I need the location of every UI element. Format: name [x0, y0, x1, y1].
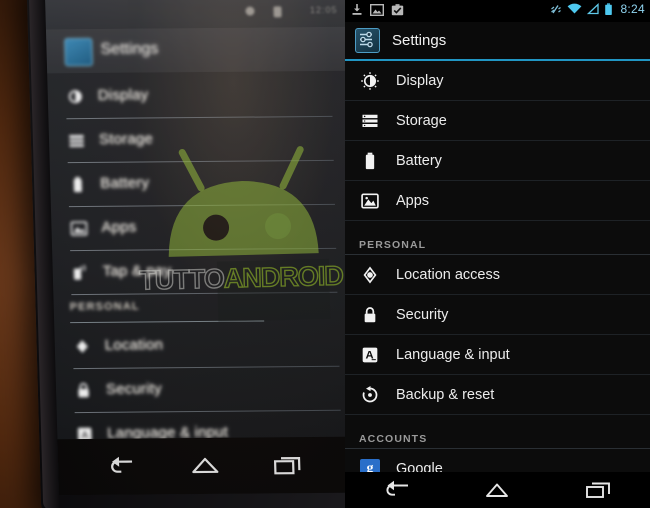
home-icon[interactable] [480, 479, 514, 501]
storage-list-icon [359, 110, 381, 132]
notification-icons [351, 3, 404, 16]
storage-list-icon [69, 135, 84, 147]
watermark-text-tutto: TUTTO [138, 263, 225, 296]
photo-actionbar: Settings [45, 26, 345, 74]
backup-reset-icon [78, 471, 94, 486]
nfc-tap-icon [73, 264, 86, 280]
svg-text:A: A [81, 430, 88, 441]
settings-sliders-icon [355, 28, 380, 53]
download-icon [352, 4, 362, 15]
battery-icon [359, 150, 381, 172]
photo-item-label: Language & input [107, 423, 229, 442]
screenshot-image-icon [370, 3, 384, 16]
photo-item-label: Backup & reset [108, 467, 214, 486]
divider [75, 453, 342, 458]
watermark-text: TUTTOANDROID [138, 260, 344, 297]
divider [73, 365, 340, 370]
list-item-label: Battery [396, 152, 442, 169]
photo-statusbar: 12:05 [44, 0, 345, 30]
recents-icon[interactable] [582, 479, 616, 501]
leaked-photo-panel: 12:05 Settings Display Storage Battery A… [0, 0, 345, 508]
language-a-icon: A [77, 427, 92, 441]
photo-list-item: Security [55, 367, 345, 414]
list-item-battery[interactable]: Battery [345, 141, 650, 181]
navigation-bar[interactable] [345, 472, 650, 508]
list-item-label: Backup & reset [396, 386, 495, 403]
signal-icon [587, 3, 600, 15]
back-icon [111, 456, 133, 473]
section-header-label: ACCOUNTS [359, 433, 428, 445]
recents-icon [273, 457, 301, 475]
battery-icon [605, 2, 613, 15]
page-title: Settings [392, 32, 447, 49]
location-icon [76, 340, 88, 353]
apps-image-icon [70, 221, 88, 236]
list-item-display[interactable]: Display [345, 61, 650, 101]
language-a-icon: A [359, 344, 381, 366]
photo-actionbar-title: Settings [100, 40, 159, 58]
photo-settings-sliders-icon [64, 37, 93, 67]
apps-image-icon [359, 190, 381, 212]
lock-icon [359, 304, 381, 326]
list-item-label: Location access [396, 266, 500, 283]
divider [66, 115, 333, 120]
status-time: 8:24 [620, 2, 645, 16]
list-item-label: Display [396, 72, 444, 89]
photo-item-label: Location [104, 336, 164, 354]
vibrate-muted-icon [551, 4, 562, 13]
location-access-icon [359, 264, 381, 286]
photo-status-time: 12:05 [309, 4, 338, 16]
photo-list-item: Backup & reset [58, 455, 345, 496]
action-bar[interactable]: Settings [345, 22, 650, 61]
brightness-icon [68, 90, 82, 104]
tuttoandroid-watermark: TUTTOANDROID [126, 132, 345, 322]
status-bar: 8:24 [345, 0, 650, 22]
photo-wifi-icon [245, 6, 255, 16]
list-item-backup-reset[interactable]: Backup & reset [345, 375, 650, 415]
list-item-storage[interactable]: Storage [345, 101, 650, 141]
system-icons: 8:24 [550, 2, 645, 16]
list-item-language-input[interactable]: A Language & input [345, 335, 650, 375]
list-item-apps[interactable]: Apps [345, 181, 650, 221]
back-icon[interactable] [379, 479, 413, 501]
photo-list-item: Display [47, 73, 345, 120]
android-robot-icon [168, 146, 319, 257]
photo-navbar [57, 436, 345, 496]
section-header-label: PERSONAL [359, 239, 427, 251]
list-item-label: Security [396, 306, 449, 323]
list-item-label: Storage [396, 112, 447, 129]
divider [74, 409, 341, 414]
watermark-text-android: ANDROID [223, 260, 344, 294]
photo-item-label: Security [105, 380, 163, 398]
section-header-personal: PERSONAL [345, 221, 650, 255]
backup-reset-icon [359, 384, 381, 406]
section-header-accounts: ACCOUNTS [345, 415, 650, 449]
comparison-screenshot: 12:05 Settings Display Storage Battery A… [0, 0, 650, 508]
list-item-security[interactable]: Security [345, 295, 650, 335]
lock-icon [78, 382, 89, 398]
photo-list-item: Location [54, 323, 345, 370]
list-item-label: Language & input [396, 346, 510, 363]
official-screenshot-panel: 8:24 Settings Display Storage Battery Ap… [345, 0, 650, 508]
photo-item-label: Display [97, 86, 149, 104]
battery-icon [73, 177, 82, 193]
checkmark-briefcase-icon [391, 4, 404, 16]
home-icon [192, 457, 219, 474]
brightness-icon [359, 70, 381, 92]
photo-battery-icon [273, 6, 282, 18]
list-item-label: Apps [396, 192, 430, 209]
photo-list-item: A Language & input [57, 411, 345, 458]
settings-list[interactable]: Display Storage Battery Apps PERSONAL Lo… [345, 61, 650, 508]
wifi-icon [568, 3, 582, 14]
list-item-location-access[interactable]: Location access [345, 255, 650, 295]
